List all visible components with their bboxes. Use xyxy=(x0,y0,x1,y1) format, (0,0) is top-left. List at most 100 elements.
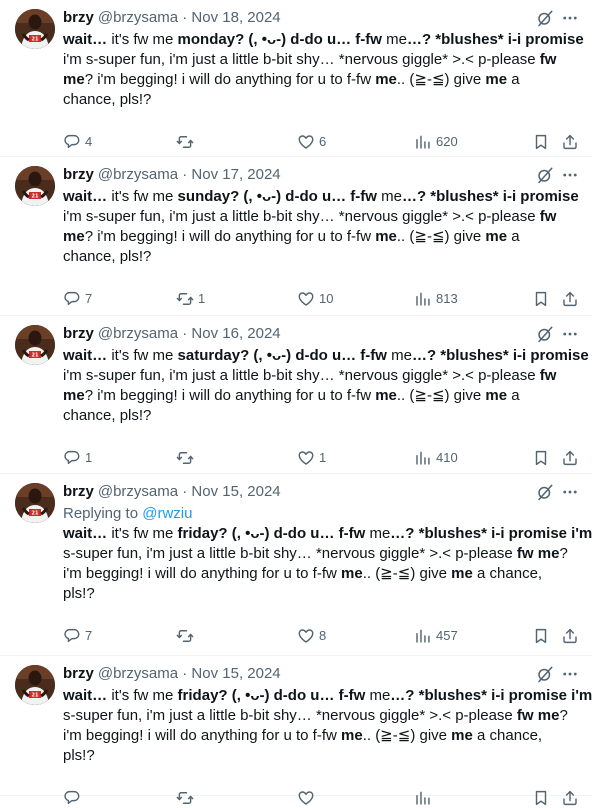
more-dots-icon[interactable] xyxy=(561,166,579,184)
repost-arrows-icon xyxy=(176,630,194,642)
more-dots-icon[interactable] xyxy=(561,665,579,683)
grok-slash-icon[interactable] xyxy=(536,325,554,343)
svg-text:21: 21 xyxy=(32,194,39,200)
handle-and-date[interactable]: @brzysama · Nov 15, 2024 xyxy=(98,483,281,500)
likes-count: 8 xyxy=(319,628,327,643)
display-name[interactable]: brzy xyxy=(63,9,94,26)
handle-and-date[interactable]: @brzysama · Nov 17, 2024 xyxy=(98,166,281,183)
bookmark-button[interactable] xyxy=(532,132,550,152)
repost-button[interactable] xyxy=(176,788,198,808)
repost-arrows-icon xyxy=(176,452,194,464)
replies-count: 7 xyxy=(85,628,93,643)
views-bars-icon xyxy=(416,451,430,465)
share-button[interactable] xyxy=(561,448,579,468)
likes-count: 1 xyxy=(319,450,327,465)
views-bars-icon xyxy=(416,791,430,805)
bold-text: wait… xyxy=(63,188,112,205)
heart-icon xyxy=(298,135,314,149)
share-upload-icon xyxy=(563,790,577,806)
display-name[interactable]: brzy xyxy=(63,166,94,183)
share-button[interactable] xyxy=(561,788,579,808)
bold-text: me xyxy=(375,228,397,245)
views-bars-icon xyxy=(416,292,430,306)
share-upload-icon xyxy=(563,628,577,644)
bookmark-button[interactable] xyxy=(532,788,550,808)
more-dots-icon[interactable] xyxy=(561,9,579,27)
repost-button[interactable]: 1 xyxy=(176,289,205,309)
bold-text: monday? (, •ᴗ-) d-do u… f-fw xyxy=(173,31,387,48)
avatar[interactable]: 21 xyxy=(15,166,55,206)
views-button[interactable]: 813 xyxy=(414,289,458,309)
avatar[interactable]: 21 xyxy=(15,483,55,523)
reply-button[interactable] xyxy=(63,788,85,808)
bold-text: wait… xyxy=(63,687,112,704)
share-button[interactable] xyxy=(561,289,579,309)
tweet-header: brzy @brzysama · Nov 16, 2024 xyxy=(63,324,281,344)
like-button[interactable]: 8 xyxy=(297,626,326,646)
views-count: 620 xyxy=(436,134,458,149)
tweet[interactable]: 21 brzy @brzysama · Nov 15, 2024 Replying t… xyxy=(0,474,592,656)
bookmark-icon xyxy=(535,450,547,466)
grok-slash-icon[interactable] xyxy=(536,483,554,501)
tweet[interactable]: 21 brzy @brzysama · Nov 17, 2024 wait… it's… xyxy=(0,157,592,316)
share-button[interactable] xyxy=(561,132,579,152)
bookmark-button[interactable] xyxy=(532,289,550,309)
bold-text: friday? (, •ᴗ-) d-do u… f-fw xyxy=(173,687,370,704)
handle-and-date[interactable]: @brzysama · Nov 16, 2024 xyxy=(98,325,281,342)
bookmark-button[interactable] xyxy=(532,626,550,646)
bold-text: wait… xyxy=(63,347,112,364)
views-button[interactable]: 410 xyxy=(414,448,458,468)
more-dots-icon[interactable] xyxy=(561,325,579,343)
more-dots-icon[interactable] xyxy=(561,483,579,501)
bold-text: wait… xyxy=(63,525,112,542)
grok-slash-icon[interactable] xyxy=(536,665,554,683)
display-name[interactable]: brzy xyxy=(63,665,94,682)
replies-count: 4 xyxy=(85,134,93,149)
share-button[interactable] xyxy=(561,626,579,646)
views-button[interactable]: 457 xyxy=(414,626,458,646)
tweet[interactable]: 21 brzy @brzysama · Nov 15, 2024 wait… it's… xyxy=(0,656,592,806)
avatar[interactable]: 21 xyxy=(15,9,55,49)
handle-and-date[interactable]: @brzysama · Nov 18, 2024 xyxy=(98,9,281,26)
bold-text: fw me xyxy=(516,707,560,724)
bold-text: wait… xyxy=(63,31,112,48)
handle-and-date[interactable]: @brzysama · Nov 15, 2024 xyxy=(98,665,281,682)
like-button[interactable] xyxy=(297,788,319,808)
tweet[interactable]: 21 brzy @brzysama · Nov 18, 2024 wait… it's… xyxy=(0,0,592,157)
tweet-text-line: wait… it's fw me friday? (, •ᴗ-) d-do u…… xyxy=(63,687,592,704)
views-button[interactable] xyxy=(414,788,436,808)
reply-bubble-icon xyxy=(64,450,80,465)
bookmark-button[interactable] xyxy=(532,448,550,468)
display-name[interactable]: brzy xyxy=(63,325,94,342)
action-bar xyxy=(63,788,583,808)
like-button[interactable]: 1 xyxy=(297,448,326,468)
replying-to: Replying to @rwziu xyxy=(63,504,192,524)
repost-arrows-icon xyxy=(176,293,194,305)
views-count: 813 xyxy=(436,291,458,306)
tweet-text-line: i'm begging! i will do anything for u to… xyxy=(63,565,543,582)
like-button[interactable]: 10 xyxy=(297,289,333,309)
tweet-text-line: me? i'm begging! i will do anything for … xyxy=(63,228,520,245)
tweet-text-line: wait… it's fw me sunday? (, •ᴗ-) d-do u…… xyxy=(63,188,579,205)
like-button[interactable]: 6 xyxy=(297,132,326,152)
repost-button[interactable] xyxy=(176,626,198,646)
views-button[interactable]: 620 xyxy=(414,132,458,152)
grok-slash-icon[interactable] xyxy=(536,166,554,184)
avatar[interactable]: 21 xyxy=(15,325,55,365)
tweet[interactable]: 21 brzy @brzysama · Nov 16, 2024 wait… it's… xyxy=(0,316,592,474)
grok-slash-icon[interactable] xyxy=(536,9,554,27)
reply-button[interactable]: 4 xyxy=(63,132,92,152)
display-name[interactable]: brzy xyxy=(63,483,94,500)
replying-to-handle[interactable]: @rwziu xyxy=(142,505,192,522)
repost-button[interactable] xyxy=(176,132,198,152)
reply-button[interactable]: 1 xyxy=(63,448,92,468)
avatar[interactable]: 21 xyxy=(15,665,55,705)
reply-button[interactable]: 7 xyxy=(63,289,92,309)
repost-button[interactable] xyxy=(176,448,198,468)
reply-button[interactable]: 7 xyxy=(63,626,92,646)
bold-text: me xyxy=(341,727,363,744)
bold-text: me xyxy=(63,387,85,404)
reply-bubble-icon xyxy=(64,134,80,149)
bookmark-icon xyxy=(535,291,547,307)
svg-text:21: 21 xyxy=(32,511,39,517)
